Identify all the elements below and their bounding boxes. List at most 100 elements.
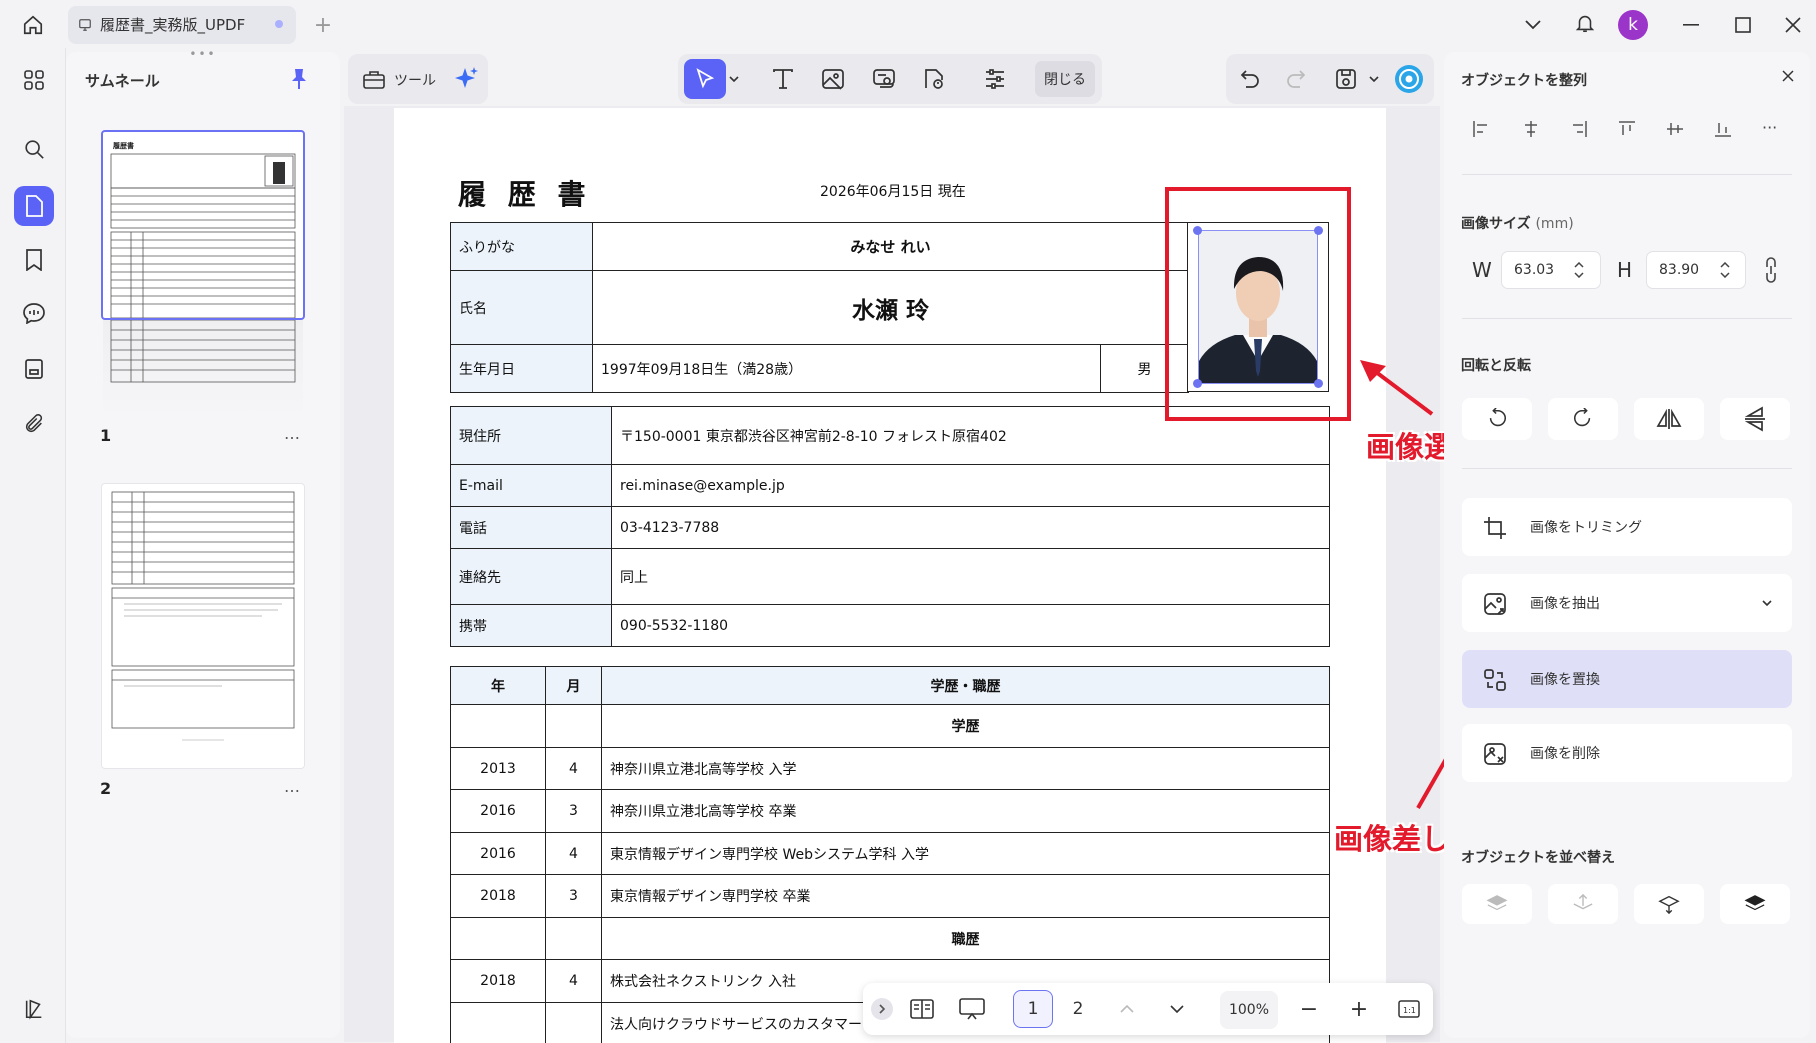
select-dropdown-chevron-icon[interactable] bbox=[726, 72, 742, 86]
cursor-arrow-icon bbox=[684, 59, 726, 99]
bookmark-icon[interactable] bbox=[18, 244, 50, 276]
align-center-vertical-icon[interactable] bbox=[1660, 114, 1690, 144]
align-left-icon[interactable] bbox=[1466, 114, 1496, 144]
image-tool-icon[interactable] bbox=[816, 62, 850, 96]
text-tool-icon[interactable] bbox=[766, 62, 800, 96]
furigana-value: みなせ れい bbox=[591, 222, 1190, 271]
history-month bbox=[545, 1002, 602, 1043]
zoom-level[interactable]: 100% bbox=[1220, 991, 1278, 1029]
lock-aspect-ratio-icon[interactable] bbox=[1760, 254, 1782, 286]
page-2-more-button[interactable]: … bbox=[284, 777, 301, 796]
page-layout-icon[interactable] bbox=[906, 993, 938, 1025]
layers-icon[interactable] bbox=[18, 993, 50, 1025]
delete-image-button[interactable]: 画像を削除 bbox=[1462, 724, 1792, 782]
ai-assistant-icon[interactable] bbox=[1392, 62, 1426, 96]
close-window-icon[interactable] bbox=[1778, 12, 1808, 38]
save-dropdown-chevron-icon[interactable] bbox=[1366, 72, 1382, 86]
image-size-unit: (mm) bbox=[1535, 216, 1574, 232]
education-heading: 学歴 bbox=[601, 704, 1330, 748]
previous-page-icon[interactable] bbox=[1114, 996, 1140, 1022]
redo-icon[interactable] bbox=[1280, 62, 1312, 96]
align-center-horizontal-icon[interactable] bbox=[1516, 114, 1546, 144]
history-year: 2018 bbox=[450, 959, 546, 1003]
toolbox-icon[interactable] bbox=[360, 64, 388, 94]
replace-image-button[interactable]: 画像を置換 bbox=[1462, 650, 1792, 708]
history-month: 3 bbox=[545, 789, 602, 833]
apps-grid-icon[interactable] bbox=[18, 64, 50, 96]
phone-label: 電話 bbox=[450, 506, 612, 549]
expand-nav-chevron-icon[interactable] bbox=[871, 998, 893, 1020]
close-edit-button[interactable]: 閉じる bbox=[1035, 61, 1095, 97]
extract-image-button[interactable]: 画像を抽出 bbox=[1462, 574, 1792, 632]
attachment-icon[interactable] bbox=[18, 408, 50, 440]
history-year bbox=[450, 1002, 546, 1043]
name-label: 氏名 bbox=[450, 270, 593, 345]
search-icon[interactable] bbox=[18, 133, 50, 165]
user-avatar[interactable]: k bbox=[1618, 10, 1648, 40]
close-panel-icon[interactable] bbox=[1776, 64, 1800, 88]
rotate-flip-title: 回転と反転 bbox=[1461, 358, 1531, 374]
align-bottom-icon[interactable] bbox=[1708, 114, 1738, 144]
zoom-in-button[interactable]: + bbox=[1346, 990, 1372, 1028]
watermark-tool-icon[interactable] bbox=[917, 62, 951, 96]
delete-image-icon bbox=[1482, 741, 1508, 767]
history-month: 4 bbox=[545, 959, 602, 1003]
document-tab-icon bbox=[76, 16, 94, 34]
next-page-icon[interactable] bbox=[1164, 996, 1190, 1022]
resume-date: 2026年06月15日 現在 bbox=[820, 184, 966, 200]
panel-drag-handle[interactable]: ••• bbox=[189, 47, 216, 61]
height-label: H bbox=[1617, 258, 1633, 282]
crop-image-label: 画像をトリミング bbox=[1530, 520, 1642, 536]
home-icon[interactable] bbox=[16, 8, 50, 42]
history-detail: 神奈川県立港北高等学校 入学 bbox=[601, 747, 1330, 790]
pages-icon[interactable] bbox=[18, 353, 50, 385]
bring-forward-icon bbox=[1634, 884, 1704, 924]
actual-size-icon[interactable]: 1:1 bbox=[1396, 996, 1422, 1022]
zoom-out-button[interactable]: − bbox=[1296, 990, 1322, 1028]
page-2-button[interactable]: 2 bbox=[1060, 990, 1096, 1028]
minimize-icon[interactable] bbox=[1676, 12, 1706, 38]
crop-image-button[interactable]: 画像をトリミング bbox=[1462, 498, 1792, 556]
presentation-icon[interactable] bbox=[956, 993, 988, 1025]
address-label: 現住所 bbox=[450, 406, 612, 465]
height-stepper-icon[interactable] bbox=[1716, 258, 1734, 282]
rotate-left-icon bbox=[1462, 398, 1532, 440]
page-thumbnail-2[interactable] bbox=[101, 483, 305, 769]
history-detail-header: 学歴・職歴 bbox=[601, 666, 1330, 705]
undo-icon[interactable] bbox=[1234, 62, 1266, 96]
notification-bell-icon[interactable] bbox=[1570, 8, 1600, 38]
maximize-icon[interactable] bbox=[1728, 12, 1758, 38]
extract-dropdown-chevron-icon[interactable] bbox=[1760, 598, 1774, 608]
page-1-more-button[interactable]: … bbox=[284, 424, 301, 443]
table-row: 2013 4 神奈川県立港北高等学校 入学 bbox=[450, 747, 1330, 790]
link-tool-icon[interactable] bbox=[867, 62, 901, 96]
extract-image-label: 画像を抽出 bbox=[1530, 596, 1600, 612]
page-thumbnail-icon bbox=[14, 186, 54, 226]
more-align-options-button[interactable]: ··· bbox=[1762, 118, 1777, 137]
divider bbox=[1462, 174, 1792, 175]
new-tab-plus-icon[interactable]: + bbox=[310, 12, 336, 38]
chevron-down-icon[interactable] bbox=[1518, 12, 1548, 38]
page-thumbnail-1[interactable]: 履歴書 bbox=[101, 130, 305, 320]
align-top-icon[interactable] bbox=[1612, 114, 1642, 144]
ai-sparkle-icon[interactable] bbox=[452, 64, 482, 94]
width-stepper-icon[interactable] bbox=[1570, 258, 1588, 282]
flip-horizontal-icon bbox=[1634, 398, 1704, 440]
comment-icon[interactable] bbox=[18, 297, 50, 329]
history-month: 4 bbox=[545, 832, 602, 875]
table-row: 2018 3 東京情報デザイン専門学校 卒業 bbox=[450, 874, 1330, 918]
thumbnail-panel-title: サムネール bbox=[85, 72, 160, 90]
properties-sliders-icon[interactable] bbox=[978, 62, 1012, 96]
history-year: 2013 bbox=[450, 747, 546, 790]
work-heading: 職歴 bbox=[601, 917, 1330, 960]
pin-icon[interactable] bbox=[286, 66, 312, 92]
contact-value: 同上 bbox=[611, 548, 1330, 605]
page-1-button[interactable]: 1 bbox=[1013, 990, 1053, 1028]
svg-text:1:1: 1:1 bbox=[1403, 1006, 1416, 1015]
width-label: W bbox=[1472, 258, 1492, 282]
mobile-value: 090-5532-1180 bbox=[611, 604, 1330, 647]
image-size-label: 画像サイズ bbox=[1461, 216, 1531, 232]
save-icon[interactable] bbox=[1330, 62, 1362, 96]
tools-label[interactable]: ツール bbox=[394, 70, 436, 90]
align-right-icon[interactable] bbox=[1564, 114, 1594, 144]
